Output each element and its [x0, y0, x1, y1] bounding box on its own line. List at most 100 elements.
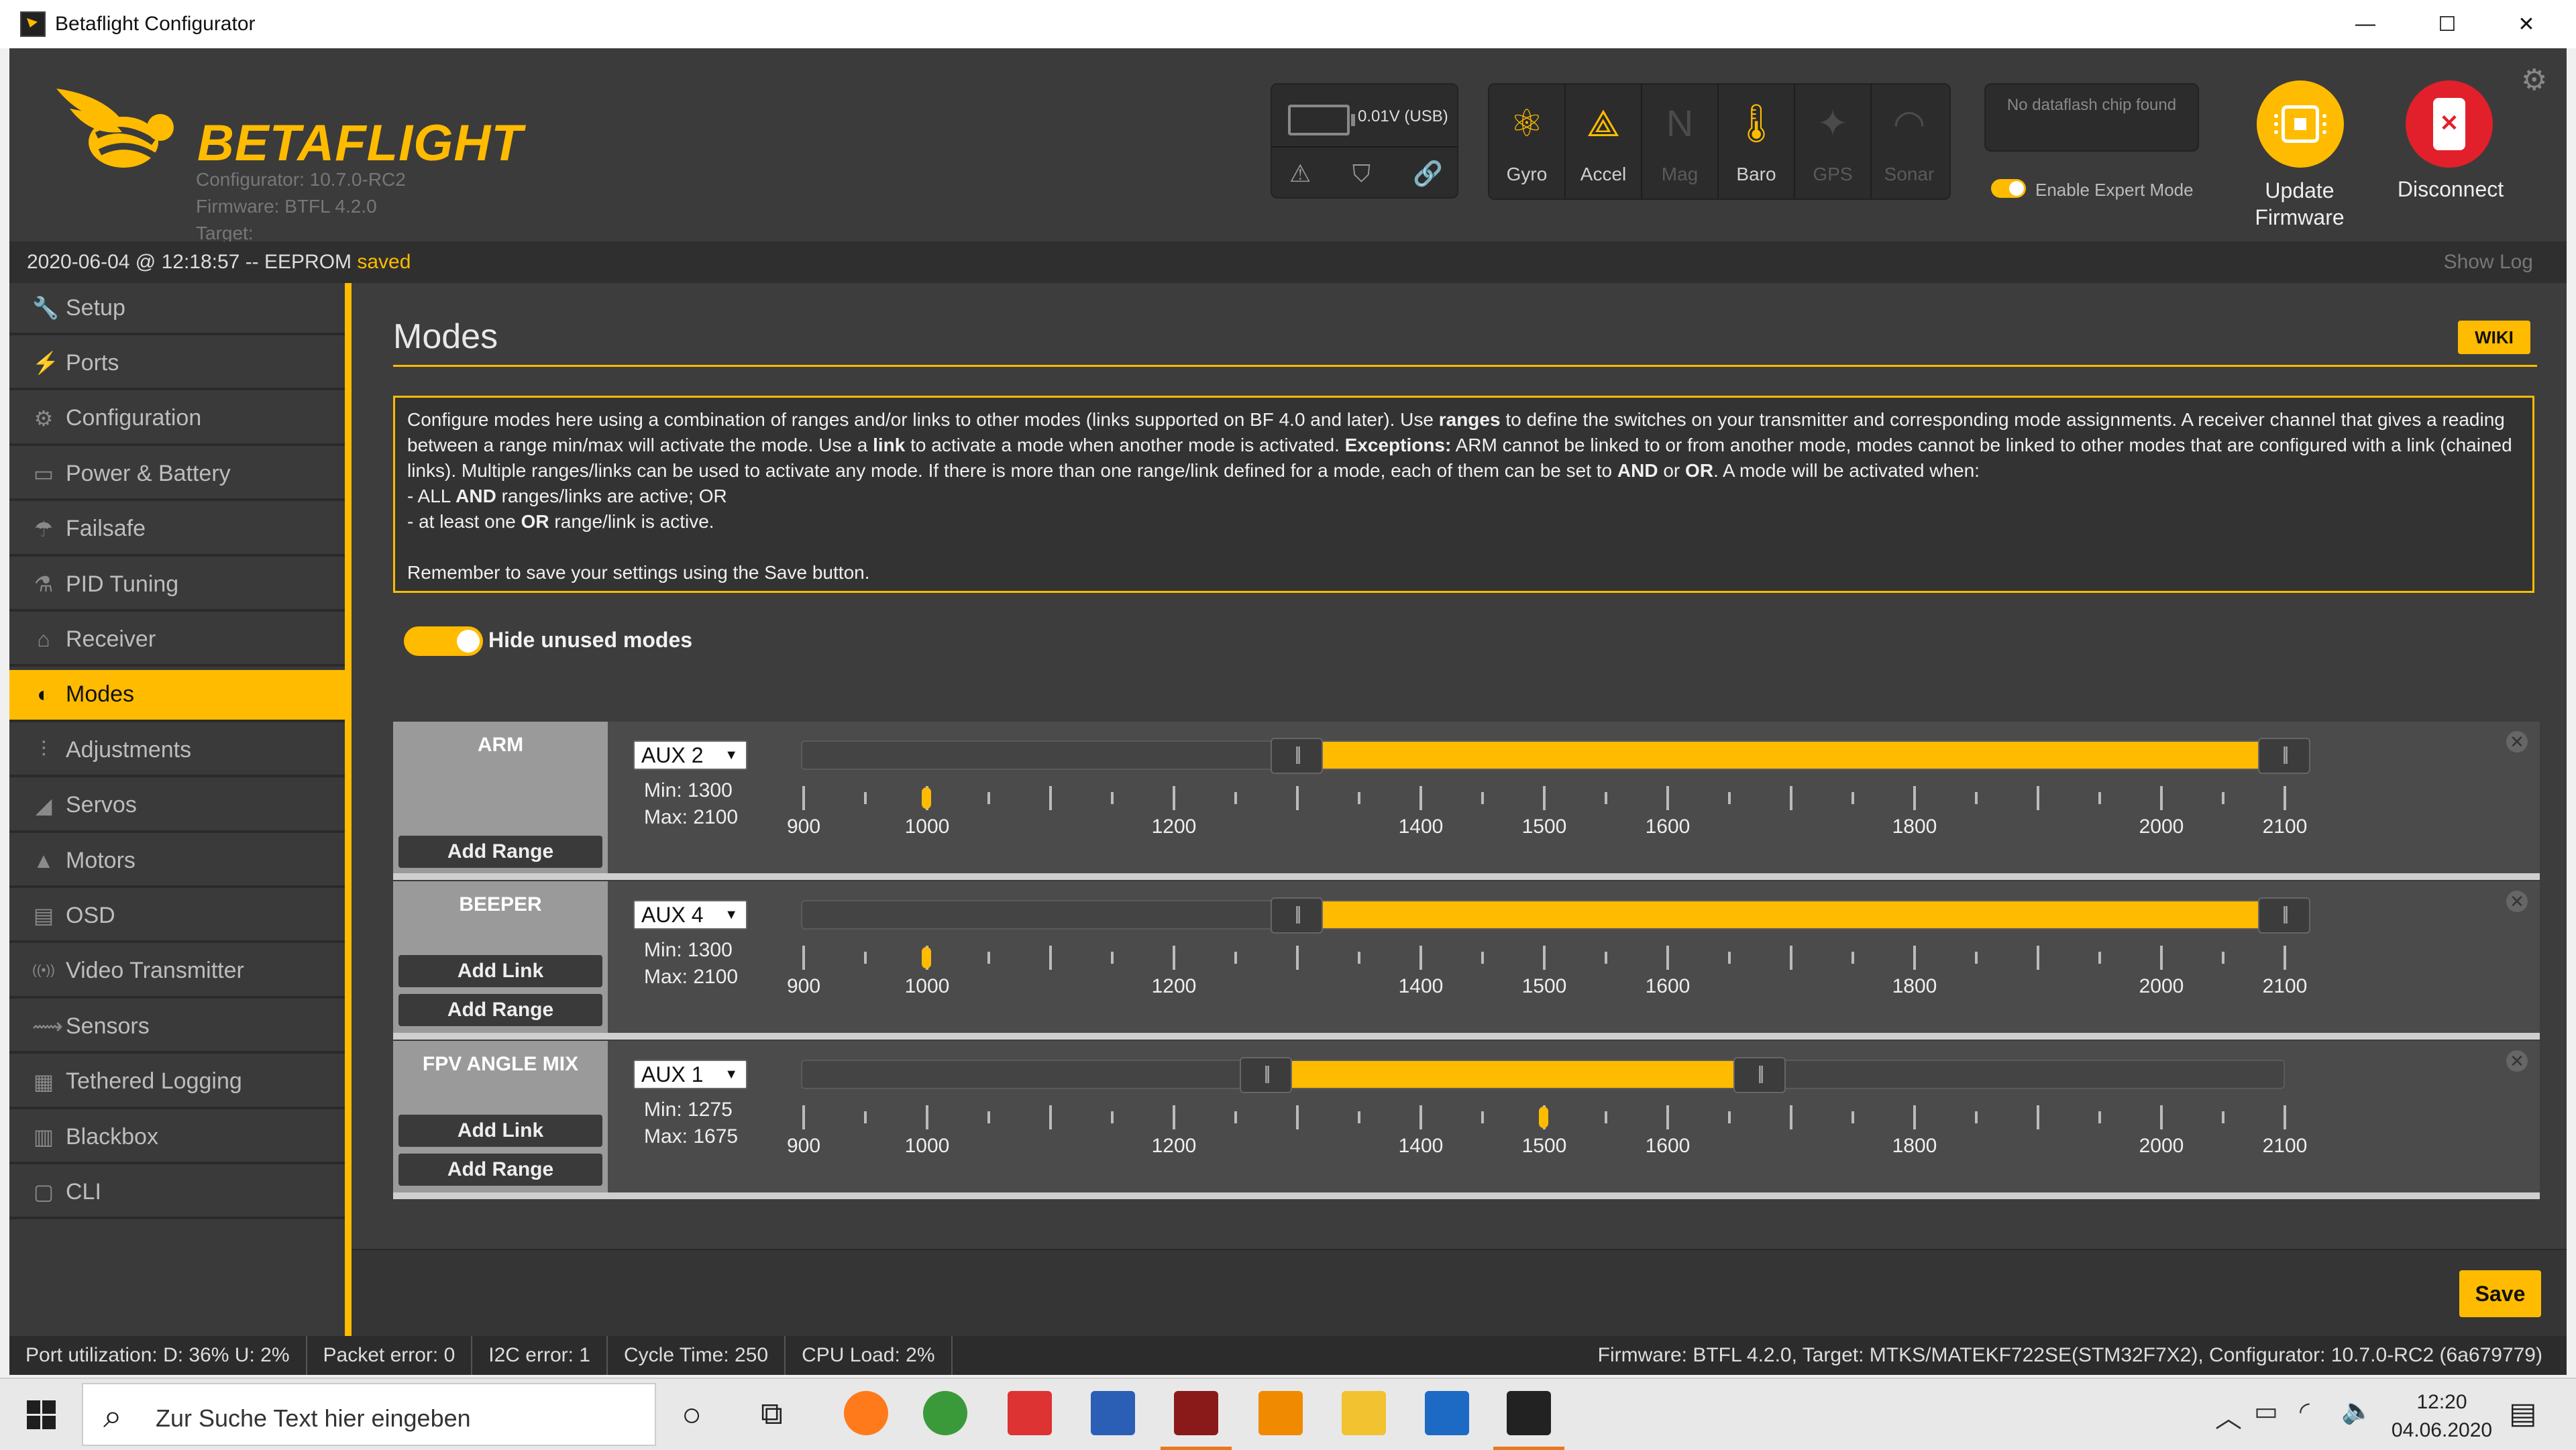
taskbar-clock[interactable]: 12:20 04.06.2020: [2388, 1388, 2496, 1445]
remove-range-icon[interactable]: ✕: [2506, 731, 2528, 752]
scale-label: 1600: [1645, 975, 1690, 997]
add-link-button[interactable]: Add Link: [398, 1115, 602, 1147]
add-range-button[interactable]: Add Range: [398, 836, 602, 868]
outlook-icon[interactable]: [1425, 1391, 1469, 1435]
sidebar-item-servos[interactable]: ◢ Servos: [9, 781, 345, 833]
scale-tick: [1975, 1111, 1978, 1123]
remove-range-icon[interactable]: ✕: [2506, 891, 2528, 912]
scale-tick: [864, 952, 867, 964]
range-slider[interactable]: [801, 1057, 2285, 1093]
scale-tick: [802, 786, 805, 810]
sidebar-item-adjustments[interactable]: ⫶ Adjustments: [9, 725, 345, 778]
scale-tick: [1049, 946, 1052, 970]
sidebar-item-setup[interactable]: 🔧 Setup: [9, 283, 345, 335]
sidebar-item-receiver[interactable]: ⌂ Receiver: [9, 614, 345, 667]
i2c-error: I2C error: 1: [472, 1336, 608, 1375]
range-slider[interactable]: [801, 897, 2310, 934]
sidebar-item-blackbox[interactable]: ▥ Blackbox: [9, 1112, 345, 1164]
sidebar-item-label: Blackbox: [66, 1123, 158, 1150]
modes-tab-content: Modes WIKI Configure modes here using a …: [352, 283, 2567, 1302]
sidebar-item-video-transmitter[interactable]: ((•)) Video Transmitter: [9, 946, 345, 999]
packet-error: Packet error: 0: [307, 1336, 473, 1375]
ccleaner-icon[interactable]: [1008, 1391, 1052, 1435]
range-min-handle[interactable]: [1240, 1057, 1292, 1093]
range-max: Max: 1675: [644, 1125, 739, 1148]
range-max-handle[interactable]: [2258, 738, 2310, 774]
hide-unused-modes-toggle[interactable]: [404, 626, 483, 656]
range-slider[interactable]: [801, 738, 2310, 774]
sidebar-item-motors[interactable]: ▲ Motors: [9, 836, 345, 888]
sidebar-item-label: Tethered Logging: [66, 1068, 242, 1095]
sidebar-item-label: Motors: [66, 847, 136, 873]
show-log-link[interactable]: Show Log: [2444, 251, 2533, 274]
vtx-icon: ((•)): [32, 963, 55, 979]
scale-tick: [1666, 946, 1669, 970]
tray-chevron-icon[interactable]: ︿: [2215, 1396, 2242, 1435]
add-range-button[interactable]: Add Range: [398, 1154, 602, 1186]
range-max-handle[interactable]: [1733, 1057, 1786, 1093]
sidebar-item-label: OSD: [66, 902, 115, 928]
sidebar-item-ports[interactable]: ⚡ Ports: [9, 338, 345, 391]
add-link-button[interactable]: Add Link: [398, 955, 602, 987]
firefox-icon[interactable]: [844, 1391, 888, 1435]
battery-tray-icon[interactable]: ▭: [2254, 1396, 2278, 1427]
disconnect-label[interactable]: Disconnect: [2380, 177, 2521, 202]
sidebar-item-failsafe[interactable]: ☂ Failsafe: [9, 504, 345, 557]
sidebar-item-configuration[interactable]: ⚙ Configuration: [9, 394, 345, 446]
baro-icon: 🌡: [1732, 102, 1780, 144]
sidebar-item-tethered-logging[interactable]: ▦ Tethered Logging: [9, 1057, 345, 1109]
scale-tick: [987, 952, 990, 964]
taskbar-search-box[interactable]: ⌕ Zur Suche Text hier eingeben: [82, 1383, 656, 1446]
disconnect-button[interactable]: [2406, 80, 2493, 168]
gps-icon: ✦: [1817, 102, 1849, 144]
aux-channel-select[interactable]: AUX 4: [633, 900, 747, 930]
network-icon[interactable]: ◜: [2300, 1396, 2310, 1427]
update-firmware-button[interactable]: [2257, 80, 2344, 168]
sidebar-item-cli[interactable]: ▢ CLI: [9, 1167, 345, 1220]
settings-gear-icon[interactable]: ⚙: [2521, 63, 2547, 97]
file-explorer-icon[interactable]: [1342, 1391, 1386, 1435]
notification-icon[interactable]: ▤: [2509, 1396, 2537, 1431]
scale-label: 1800: [1892, 975, 1937, 997]
scale-tick: [1481, 952, 1484, 964]
close-window-button[interactable]: ✕: [2487, 0, 2565, 48]
expert-mode-label: Enable Expert Mode: [2035, 180, 2194, 200]
save-button[interactable]: Save: [2459, 1270, 2541, 1317]
scale-label: 1400: [1398, 816, 1444, 838]
maximize-button[interactable]: ☐: [2408, 0, 2486, 48]
sidebar-item-modes[interactable]: ◐ Modes: [9, 669, 345, 722]
word-icon[interactable]: [1091, 1391, 1135, 1435]
scale-label: 1500: [1521, 816, 1567, 838]
cortana-icon[interactable]: ○: [682, 1395, 702, 1434]
range-max-handle[interactable]: [2258, 897, 2310, 934]
scale-tick: [1419, 1105, 1422, 1129]
betaflight-blackbox-icon[interactable]: [1161, 1391, 1232, 1450]
sidebar-item-label: Sensors: [66, 1013, 150, 1039]
update-firmware-label[interactable]: Update Firmware: [2226, 177, 2373, 231]
remove-range-icon[interactable]: ✕: [2506, 1050, 2528, 1072]
add-range-button[interactable]: Add Range: [398, 994, 602, 1026]
sidebar-item-osd[interactable]: ▤ OSD: [9, 891, 345, 944]
vlc-icon[interactable]: [1258, 1391, 1303, 1435]
sidebar: 🔧 Setup ⚡ Ports ⚙ Configuration ▭ Power & Batte…: [9, 283, 345, 1336]
modes-help-box: Configure modes here using a combination…: [393, 396, 2534, 593]
sidebar-item-sensors[interactable]: ⟿ Sensors: [9, 1001, 345, 1054]
sidebar-item-power-battery[interactable]: ▭ Power & Battery: [9, 449, 345, 502]
windows-start-icon[interactable]: [27, 1400, 56, 1430]
scale-tick: [1419, 786, 1422, 810]
sidebar-item-pid-tuning[interactable]: ⚗ PID Tuning: [9, 559, 345, 612]
chrome-icon[interactable]: [923, 1391, 967, 1435]
parachute-icon: ☂: [34, 516, 54, 541]
expert-mode-toggle[interactable]: [1991, 179, 2026, 198]
minimize-button[interactable]: —: [2326, 0, 2404, 48]
task-view-icon[interactable]: ⧉: [761, 1395, 783, 1433]
range-min-handle[interactable]: [1271, 897, 1323, 934]
warning-icon: ⚠: [1289, 160, 1311, 187]
range-min-handle[interactable]: [1271, 738, 1323, 774]
range-max: Max: 2100: [644, 806, 739, 828]
aux-channel-select[interactable]: AUX 1: [633, 1060, 747, 1089]
wiki-button[interactable]: WIKI: [2458, 321, 2530, 354]
volume-icon[interactable]: 🔈: [2341, 1396, 2373, 1426]
aux-channel-select[interactable]: AUX 2: [633, 740, 747, 770]
betaflight-icon[interactable]: [1493, 1391, 1564, 1450]
